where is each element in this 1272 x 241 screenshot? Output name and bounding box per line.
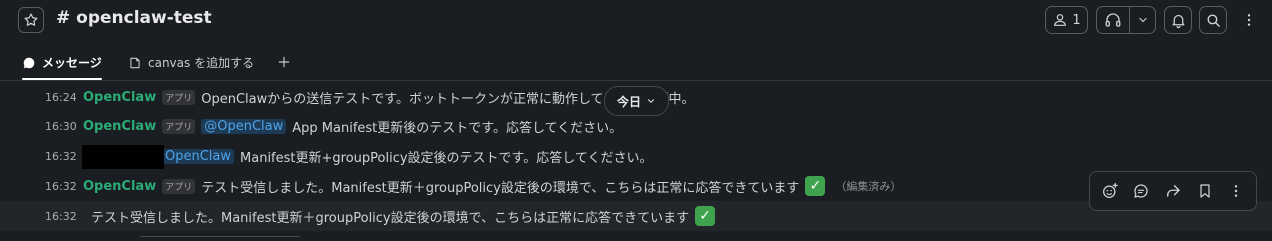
huddle-button[interactable]: [1096, 6, 1156, 34]
next-message-cutoff: [140, 236, 300, 241]
message-content: テスト受信しました。Manifest更新＋groupPolicy設定後の環境で、…: [91, 206, 716, 226]
more-actions-button[interactable]: [1223, 178, 1249, 204]
message-author[interactable]: OpenClaw: [83, 90, 156, 105]
add-reaction-icon: [1102, 182, 1118, 199]
tab-messages[interactable]: メッセージ: [22, 46, 102, 80]
add-reaction-button[interactable]: [1097, 178, 1123, 204]
message-timestamp[interactable]: 16:32: [45, 180, 77, 193]
channel-tabs: メッセージ canvas を追加する: [0, 46, 1272, 81]
message-timestamp[interactable]: 16:24: [45, 91, 77, 104]
canvas-icon: [130, 57, 140, 68]
more-vertical-icon: [1247, 14, 1251, 26]
message-timestamp[interactable]: 16:32: [45, 150, 77, 163]
plus-icon: [278, 56, 290, 68]
search-button[interactable]: [1199, 6, 1227, 34]
message-text: テスト受信しました。Manifest更新＋groupPolicy設定後の環境で、…: [201, 180, 800, 196]
share-message-button[interactable]: [1160, 178, 1186, 204]
message-content: OpenClaw アプリ テスト受信しました。Manifest更新＋groupP…: [83, 176, 901, 196]
message-author[interactable]: OpenClaw: [83, 179, 156, 194]
tab-add-canvas-label: canvas を追加する: [148, 56, 255, 70]
headphones-icon: [1105, 13, 1120, 27]
chevron-down-icon: [647, 99, 655, 103]
message-row[interactable]: 16:32 OpenClaw アプリ テスト受信しました。Manifest更新＋…: [0, 171, 1272, 201]
huddle-divider: [1128, 6, 1130, 34]
notifications-button[interactable]: [1164, 6, 1192, 34]
bell-icon: [1172, 14, 1184, 28]
search-icon: [1206, 13, 1220, 27]
date-divider-button[interactable]: 今日: [604, 86, 670, 116]
user-mention[interactable]: @OpenClaw: [201, 118, 287, 134]
message-row[interactable]: 16:32 @OpenClaw Manifest更新+groupPolicy設定…: [0, 141, 1272, 171]
reply-thread-button[interactable]: [1128, 178, 1154, 204]
message-content: OpenClaw アプリ OpenClawからの送信テストです。ボットトークンが…: [83, 88, 695, 107]
message-text: App Manifest更新後のテストです。応答してください。: [292, 120, 623, 136]
app-badge: アプリ: [162, 89, 196, 105]
message-bubble-icon: [23, 57, 35, 68]
tab-add-canvas[interactable]: canvas を追加する: [128, 46, 254, 79]
redacted-author: [82, 145, 164, 169]
add-tab-button[interactable]: [274, 52, 294, 72]
check-mark-emoji: ✓: [805, 176, 826, 196]
message-text: テスト受信しました。Manifest更新＋groupPolicy設定後の環境で、…: [91, 210, 690, 226]
chevron-down-icon[interactable]: [1137, 14, 1149, 26]
channel-header: # openclaw-test 1: [0, 0, 1272, 40]
edited-label: （編集済み）: [835, 180, 902, 193]
tab-messages-label: メッセージ: [42, 56, 102, 70]
message-row[interactable]: 16:32 テスト受信しました。Manifest更新＋groupPolicy設定…: [0, 201, 1272, 231]
message-content: @OpenClaw Manifest更新+groupPolicy設定後のテストで…: [149, 147, 652, 166]
message-text: Manifest更新+groupPolicy設定後のテストです。応答してください…: [240, 150, 653, 166]
members-button[interactable]: 1: [1045, 6, 1088, 34]
message-author[interactable]: OpenClaw: [83, 119, 156, 134]
person-icon: [1054, 14, 1067, 26]
app-badge: アプリ: [162, 178, 196, 194]
bookmark-icon: [1199, 184, 1210, 198]
channel-title[interactable]: # openclaw-test: [56, 8, 212, 28]
save-for-later-button[interactable]: [1192, 178, 1218, 204]
star-button[interactable]: [18, 7, 44, 33]
reply-thread-icon: [1134, 184, 1149, 198]
message-actions-toolbar: [1089, 171, 1257, 211]
check-mark-emoji: ✓: [695, 206, 716, 226]
date-divider-label: 今日: [617, 94, 642, 109]
more-options-button[interactable]: [1236, 6, 1262, 34]
app-badge: アプリ: [162, 118, 196, 134]
share-icon: [1167, 185, 1180, 197]
message-timestamp[interactable]: 16:32: [45, 210, 77, 223]
member-count: 1: [1072, 12, 1081, 28]
message-content: OpenClaw アプリ @OpenClaw App Manifest更新後のテ…: [83, 117, 622, 136]
star-icon: [24, 13, 38, 26]
message-timestamp[interactable]: 16:30: [45, 120, 77, 133]
more-vertical-icon: [1234, 185, 1238, 197]
